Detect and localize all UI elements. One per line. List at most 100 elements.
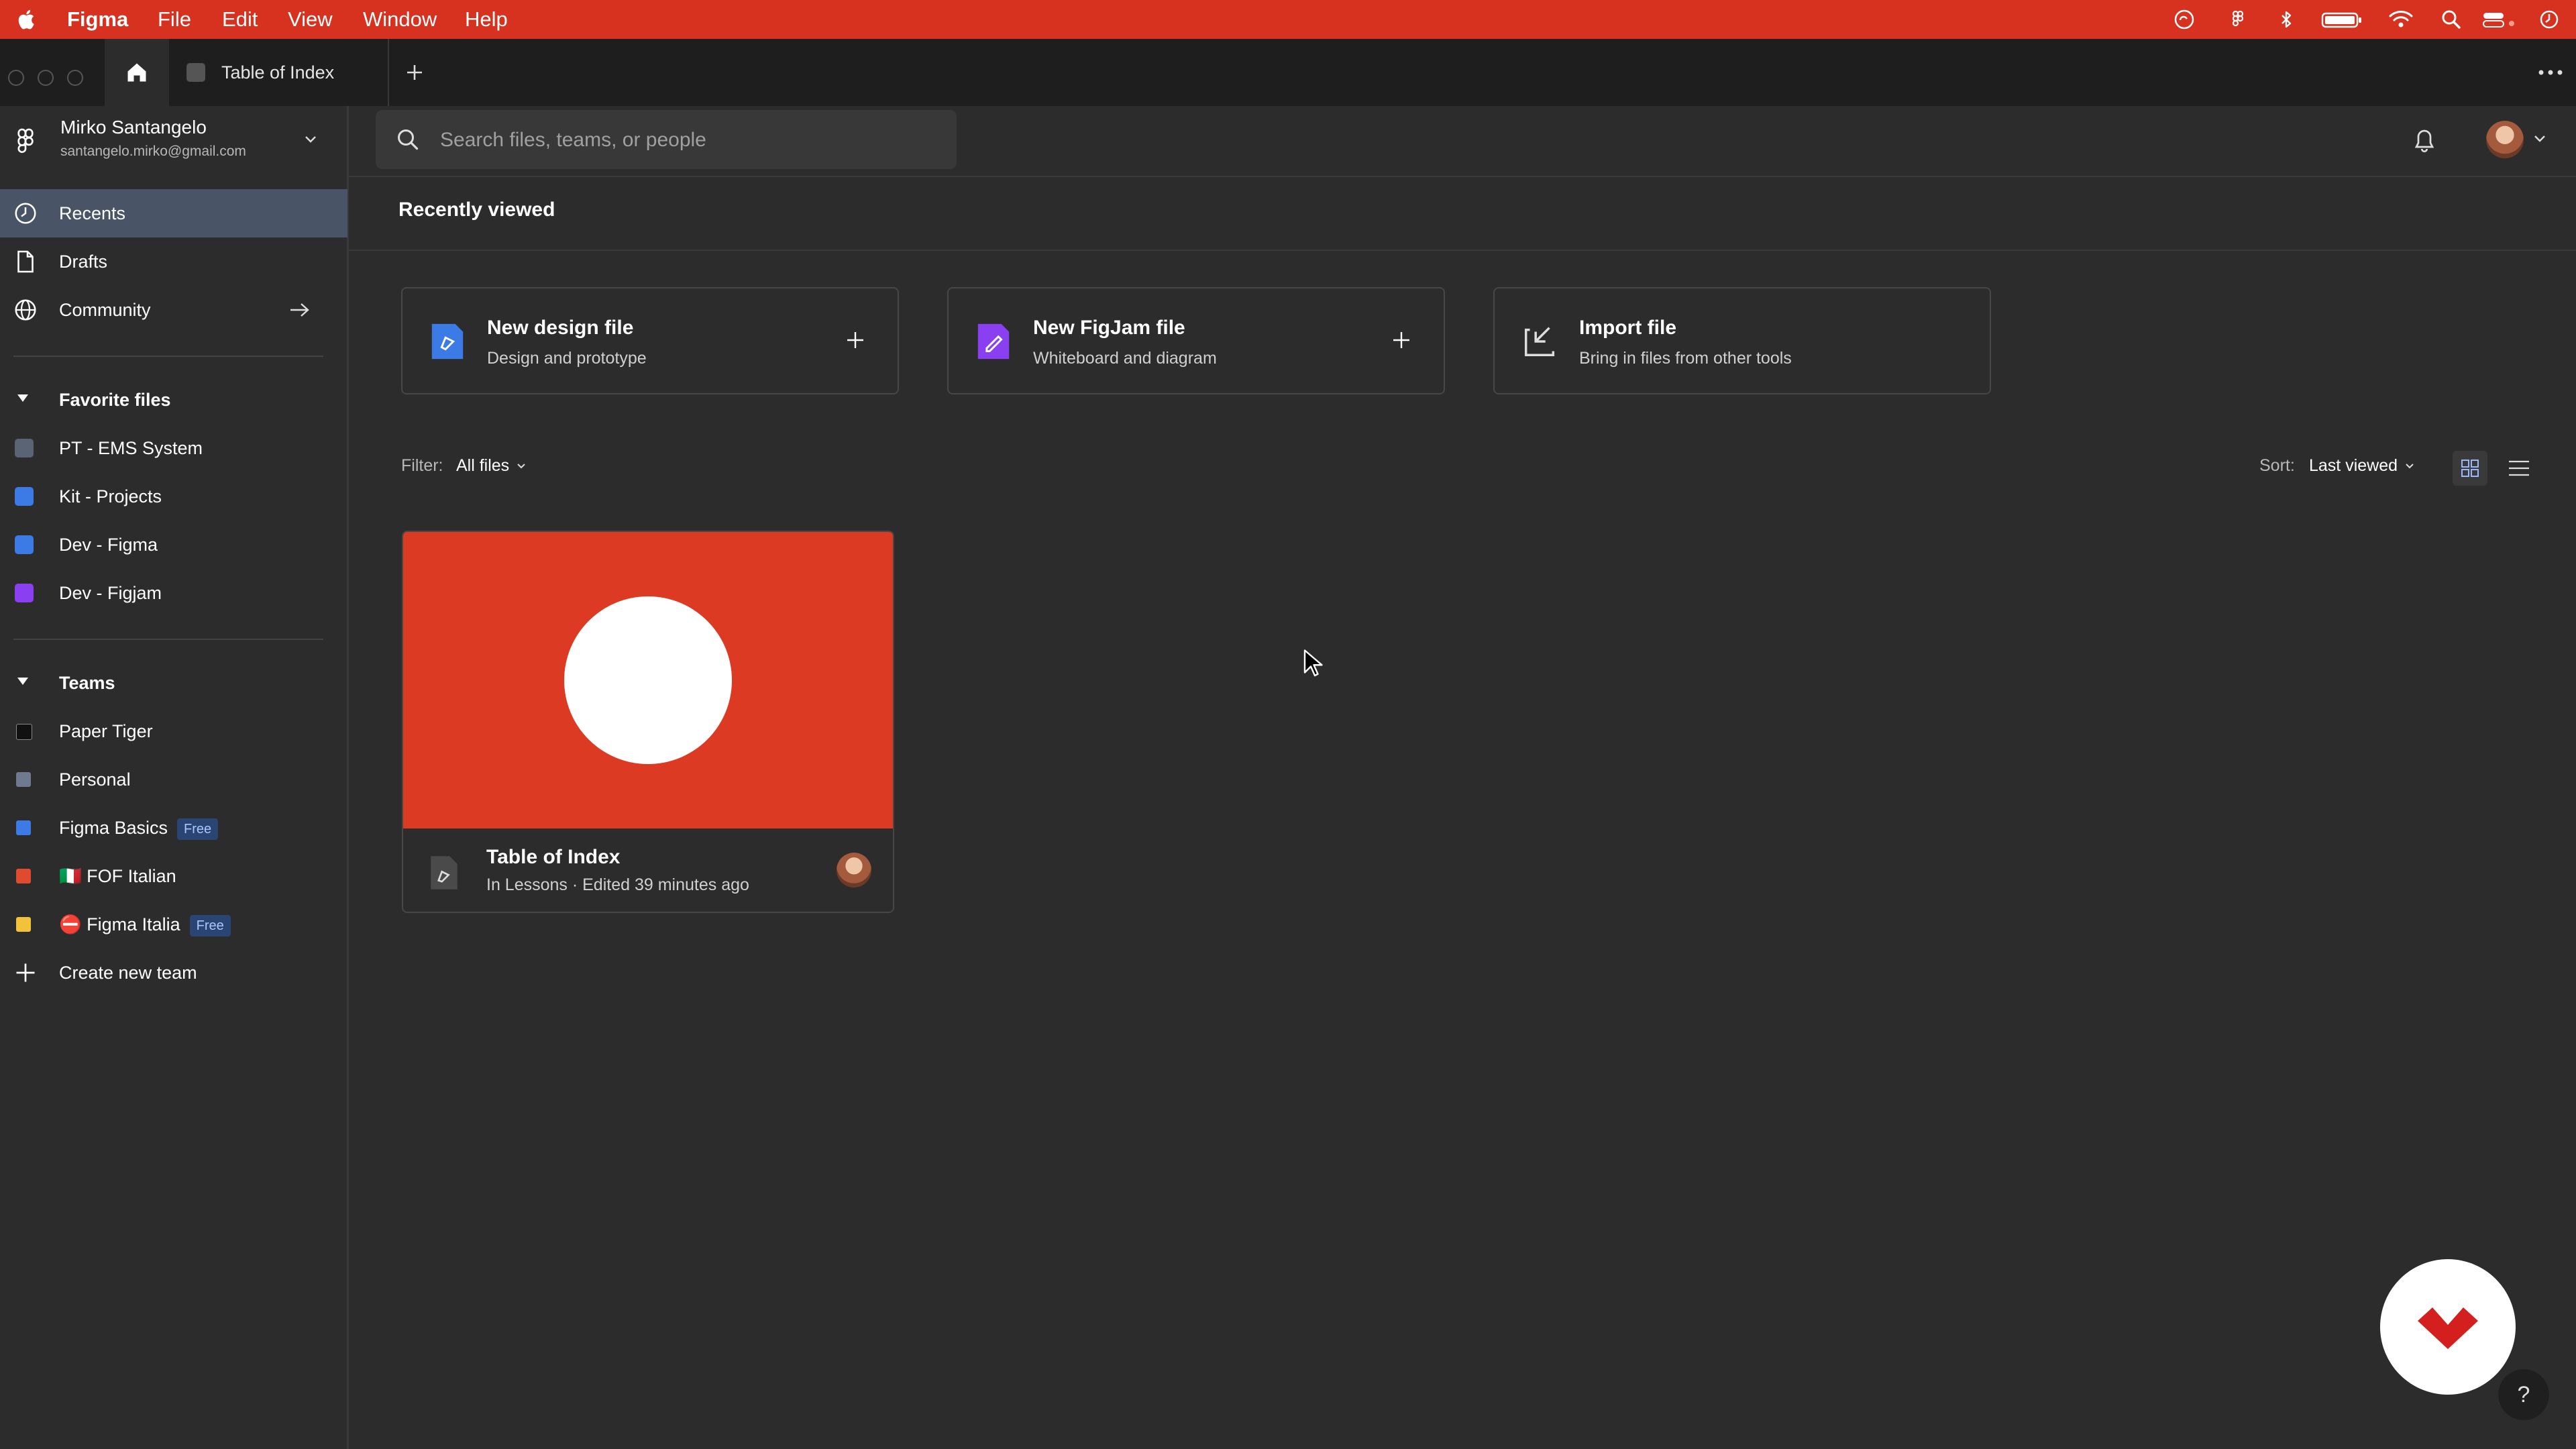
chevron-down-icon [305, 136, 316, 143]
file-card[interactable]: Table of Index In Lessons · Edited 39 mi… [402, 531, 894, 913]
team-item-figma-italia[interactable]: ⛔ Figma Italia Free [0, 900, 347, 949]
new-tab-icon[interactable] [404, 62, 425, 83]
page-title: Recently viewed [398, 199, 555, 221]
section-label: Favorite files [59, 390, 171, 410]
search-input[interactable] [439, 110, 938, 170]
team-item-fof-italian[interactable]: 🇮🇹 FOF Italian [0, 852, 347, 900]
import-file-card[interactable]: Import file Bring in files from other to… [1493, 287, 1991, 394]
menu-window[interactable]: Window [363, 0, 437, 39]
favorite-file-item[interactable]: Dev - Figma [0, 521, 347, 569]
sidebar: Mirko Santangelo santangelo.mirko@gmail.… [0, 106, 349, 1449]
brand-logo-icon [2418, 1307, 2478, 1349]
card-title: New FigJam file [1033, 317, 1185, 339]
plus-icon [1393, 332, 1409, 348]
team-avatar [16, 724, 32, 740]
chevron-down-icon [2406, 463, 2414, 468]
floating-app-button[interactable] [2380, 1259, 2516, 1395]
new-figjam-file-card[interactable]: New FigJam file Whiteboard and diagram [947, 287, 1445, 394]
battery-icon[interactable] [2321, 9, 2363, 30]
teams-header[interactable]: Teams [0, 663, 347, 703]
sidebar-item-community[interactable]: Community [0, 286, 347, 334]
card-title: New design file [487, 317, 634, 339]
user-avatar[interactable] [2486, 121, 2524, 158]
create-new-team-button[interactable]: Create new team [0, 949, 347, 997]
menu-app-figma[interactable]: Figma [67, 0, 128, 39]
home-icon [127, 63, 146, 82]
favorite-file-item[interactable]: Dev - Figjam [0, 569, 347, 617]
favorite-file-item[interactable]: PT - EMS System [0, 424, 347, 472]
menu-view[interactable]: View [288, 0, 333, 39]
file-title: Table of Index [486, 846, 621, 868]
clock-icon[interactable] [2538, 9, 2560, 30]
card-subtitle: Whiteboard and diagram [1033, 349, 1217, 368]
design-file-icon [15, 439, 34, 458]
menu-file[interactable]: File [158, 0, 191, 39]
chevron-down-icon [517, 463, 525, 468]
mouse-cursor-icon [1303, 649, 1323, 677]
account-name: Mirko Santangelo [60, 117, 207, 138]
sort-label: Sort: [2259, 456, 2295, 475]
spotlight-search-icon[interactable] [2440, 9, 2462, 30]
file-icon [17, 250, 34, 273]
avatar-chevron-down-icon[interactable] [2533, 134, 2546, 144]
create-team-label: Create new team [59, 963, 197, 983]
team-item-paper-tiger[interactable]: Paper Tiger [0, 707, 347, 755]
team-item-personal[interactable]: Personal [0, 755, 347, 804]
figjam-file-icon [15, 584, 34, 602]
sidebar-item-label: Recents [59, 203, 126, 223]
sidebar-item-label: Drafts [59, 252, 108, 272]
filter-dropdown[interactable]: All files [456, 456, 527, 476]
team-avatar [16, 917, 31, 932]
card-subtitle: Design and prototype [487, 349, 647, 368]
team-label: 🇮🇹 FOF Italian [59, 866, 176, 886]
wifi-icon[interactable] [2388, 9, 2414, 30]
thumbnail-circle-shape [564, 596, 732, 764]
filter-value: All files [456, 456, 510, 475]
menu-help[interactable]: Help [465, 0, 508, 39]
file-meta: In Lessons · Edited 39 minutes ago [486, 875, 749, 894]
design-file-icon [431, 323, 464, 360]
search-field[interactable] [376, 110, 957, 170]
figma-logo-icon [17, 128, 34, 153]
tab-home[interactable] [105, 39, 169, 106]
team-label: ⛔ Figma Italia [59, 914, 180, 934]
team-label-row: Figma Basics Free [59, 804, 219, 852]
design-file-icon [15, 535, 34, 554]
card-subtitle: Bring in files from other tools [1579, 349, 1792, 368]
new-design-file-card[interactable]: New design file Design and prototype [401, 287, 899, 394]
team-item-figma-basics[interactable]: Figma Basics Free [0, 804, 347, 852]
figjam-file-icon [977, 323, 1010, 360]
tab-file-label: Table of Index [221, 62, 335, 83]
filter-label: Filter: [401, 456, 443, 475]
apple-icon[interactable] [16, 8, 38, 31]
menu-edit[interactable]: Edit [222, 0, 258, 39]
window-close-button[interactable] [8, 70, 24, 86]
file-thumbnail[interactable] [403, 532, 893, 828]
creative-cloud-icon[interactable] [2174, 9, 2195, 30]
sidebar-item-recents[interactable]: Recents [0, 189, 347, 237]
grid-view-button[interactable] [2453, 451, 2487, 486]
sidebar-item-drafts[interactable]: Drafts [0, 237, 347, 286]
sort-dropdown[interactable]: Last viewed [2309, 456, 2415, 476]
window-zoom-button[interactable] [67, 70, 83, 86]
bluetooth-icon[interactable] [2275, 9, 2297, 30]
team-label: Paper Tiger [59, 721, 153, 741]
favorite-file-item[interactable]: Kit - Projects [0, 472, 347, 521]
more-options-icon[interactable] [2537, 66, 2564, 79]
team-label: Figma Basics [59, 818, 168, 838]
figma-menubar-icon[interactable] [2227, 9, 2249, 30]
control-center-icon[interactable] [2482, 9, 2516, 30]
tab-file[interactable]: Table of Index [169, 39, 389, 106]
free-badge: Free [189, 914, 231, 936]
favorite-files-header[interactable]: Favorite files [0, 380, 347, 420]
help-button[interactable]: ? [2498, 1369, 2549, 1420]
account-switcher[interactable]: Mirko Santangelo santangelo.mirko@gmail.… [0, 106, 347, 176]
window-minimize-button[interactable] [38, 70, 54, 86]
title-divider [349, 250, 2576, 251]
favorite-file-label: Dev - Figma [59, 535, 158, 555]
list-view-button[interactable] [2501, 451, 2536, 486]
favorite-file-label: Kit - Projects [59, 486, 162, 506]
favorite-file-label: Dev - Figjam [59, 583, 162, 603]
team-avatar [16, 820, 31, 835]
bell-icon[interactable] [2412, 127, 2436, 154]
